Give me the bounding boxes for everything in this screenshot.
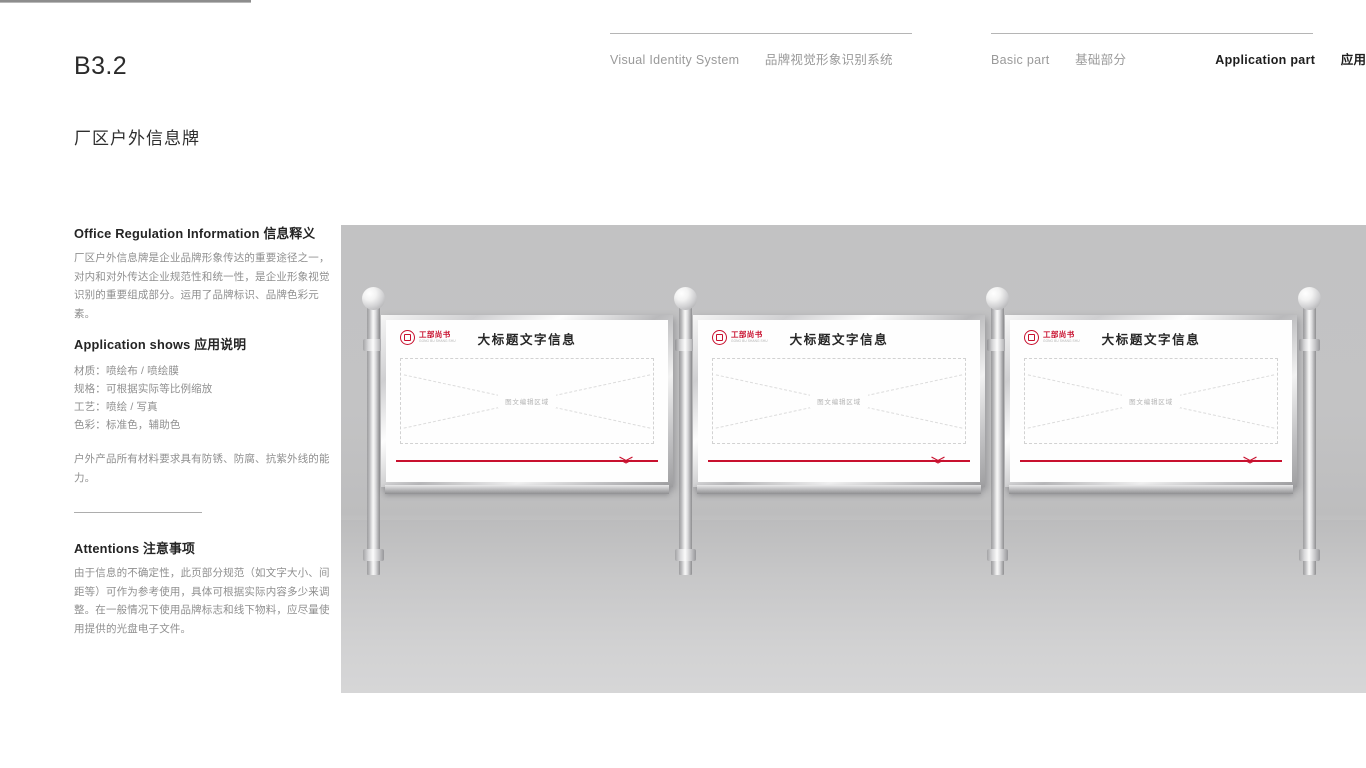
panel-face: 工部尚书 GONG BU SHANG SHU 大标题文字信息 图文编辑区域 [386, 320, 668, 482]
post-finial-icon [1298, 287, 1321, 310]
panel-title: 大标题文字信息 [477, 333, 577, 347]
post-finial-icon [362, 287, 385, 310]
placeholder-label: 图文编辑区域 [1122, 394, 1180, 408]
application-heading: Application shows 应用说明 [74, 334, 330, 353]
panel-header: 工部尚书 GONG BU SHANG SHU 大标题文字信息 [1010, 329, 1292, 351]
info-body: 厂区户外信息牌是企业品牌形象传达的重要途径之一，对内和对外传达企业规范性和统一性… [74, 252, 330, 320]
signboard-post [674, 287, 697, 575]
post-collar-bottom [363, 549, 384, 561]
application-heading-cn: 应用说明 [194, 337, 247, 352]
nav-rule [991, 33, 1313, 34]
section-divider [74, 512, 202, 513]
post-collar-bottom [987, 549, 1008, 561]
panel-base-lip [385, 485, 669, 494]
panel-title: 大标题文字信息 [1101, 333, 1201, 347]
post-collar-bottom [1299, 549, 1320, 561]
panel-placeholder-area: 图文编辑区域 [1024, 358, 1278, 444]
block-attentions: Attentions 注意事项 由于信息的不确定性，此页部分规范（如文字大小、间… [74, 538, 330, 638]
panel-header: 工部尚书 GONG BU SHANG SHU 大标题文字信息 [386, 329, 668, 351]
nav-label-vis-cn: 品牌视觉形象识别系统 [764, 53, 893, 67]
spec-color: 色彩：标准色，辅助色 [74, 419, 181, 431]
signboard-panel: 工部尚书 GONG BU SHANG SHU 大标题文字信息 图文编辑区域 [1005, 315, 1297, 494]
info-heading-en: Office Regulation Information [74, 226, 260, 241]
post-collar-top [1299, 339, 1320, 351]
panel-placeholder-area: 图文编辑区域 [712, 358, 966, 444]
panel-base-lip [697, 485, 981, 494]
info-heading: Office Regulation Information 信息释义 [74, 223, 330, 242]
post-collar-bottom [675, 549, 696, 561]
block-outdoor-note: 户外产品所有材料要求具有防锈、防腐、抗紫外线的能力。 [74, 450, 330, 487]
panel-title: 大标题文字信息 [789, 333, 889, 347]
application-heading-en: Application shows [74, 337, 191, 352]
page-root: B3.2 厂区户外信息牌 Visual Identity System 品牌视觉… [0, 0, 1366, 768]
ornament-icon [1243, 456, 1257, 464]
tab-basic-part-cn[interactable]: 基础部分 [1075, 53, 1126, 67]
ornament-icon [619, 456, 633, 464]
page-title: 厂区户外信息牌 [74, 129, 200, 148]
panel-base-lip [1009, 485, 1293, 494]
nav-label-vis-en: Visual Identity System [610, 53, 740, 67]
attentions-body: 由于信息的不确定性，此页部分规范（如文字大小、间距等）可作为参考使用，具体可根据… [74, 567, 330, 635]
mockup-scene: 工部尚书 GONG BU SHANG SHU 大标题文字信息 图文编辑区域 工部… [341, 225, 1366, 693]
block-application: Application shows 应用说明 材质：喷绘布 / 喷绘膜 规格：可… [74, 334, 330, 434]
signboard-panel: 工部尚书 GONG BU SHANG SHU 大标题文字信息 图文编辑区域 [693, 315, 985, 494]
outdoor-note: 户外产品所有材料要求具有防锈、防腐、抗紫外线的能力。 [74, 453, 330, 484]
post-finial-icon [674, 287, 697, 310]
signboard-post [362, 287, 385, 575]
page-code: B3.2 [74, 52, 128, 80]
panel-placeholder-area: 图文编辑区域 [400, 358, 654, 444]
spec-size: 规格：可根据实际等比例缩放 [74, 383, 213, 395]
tab-application-part-en[interactable]: Application part [1215, 53, 1315, 67]
signboard-post [986, 287, 1009, 575]
placeholder-label: 图文编辑区域 [810, 394, 868, 408]
panel-face: 工部尚书 GONG BU SHANG SHU 大标题文字信息 图文编辑区域 [1010, 320, 1292, 482]
ornament-icon [931, 456, 945, 464]
ground-plane [341, 519, 1366, 693]
panel-header: 工部尚书 GONG BU SHANG SHU 大标题文字信息 [698, 329, 980, 351]
attentions-heading: Attentions 注意事项 [74, 538, 330, 557]
block-info: Office Regulation Information 信息释义 厂区户外信… [74, 223, 330, 323]
spec-process: 工艺：喷绘 / 写真 [74, 401, 158, 413]
tab-basic-part-en[interactable]: Basic part [991, 53, 1050, 67]
nav-rule [610, 33, 912, 34]
code-rule-bottom [0, 2, 251, 3]
signboard-panel: 工部尚书 GONG BU SHANG SHU 大标题文字信息 图文编辑区域 [381, 315, 673, 494]
application-specs: 材质：喷绘布 / 喷绘膜 规格：可根据实际等比例缩放 工艺：喷绘 / 写真 色彩… [74, 362, 330, 434]
attentions-heading-cn: 注意事项 [143, 541, 196, 556]
post-finial-icon [986, 287, 1009, 310]
spec-material: 材质：喷绘布 / 喷绘膜 [74, 365, 180, 377]
info-heading-cn: 信息释义 [263, 226, 316, 241]
attentions-heading-en: Attentions [74, 541, 140, 556]
placeholder-label: 图文编辑区域 [498, 394, 556, 408]
tab-application-part-cn[interactable]: 应用部分 [1341, 53, 1366, 67]
signboard-post [1298, 287, 1321, 575]
panel-face: 工部尚书 GONG BU SHANG SHU 大标题文字信息 图文编辑区域 [698, 320, 980, 482]
